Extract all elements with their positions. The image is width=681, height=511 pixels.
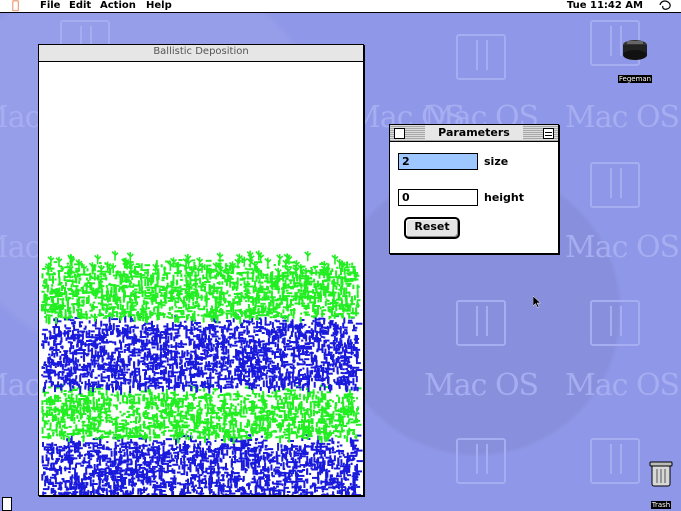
mac-face-watermark [590,162,640,208]
menu-action[interactable]: Action [98,0,138,12]
menu-file[interactable]: File [38,0,62,12]
collapse-box-icon[interactable] [543,128,554,139]
mac-face-watermark [456,438,506,484]
size-label: size [484,155,509,168]
window-title: Ballistic Deposition [153,46,249,57]
menu-clock[interactable]: Tue 11:42 AM [567,0,643,12]
mac-os-watermark: Mac OS [565,100,680,135]
mac-face-watermark [456,34,506,80]
size-input[interactable]: 2 [398,153,478,170]
menu-help[interactable]: Help [144,0,174,12]
disk-drive-icon [623,40,647,60]
mac-face-watermark [456,300,506,346]
hard-disk-icon[interactable]: Fegeman [612,38,658,85]
document-icon[interactable] [2,497,12,511]
mac-os-watermark: Mac OS [424,368,539,403]
deposition-plot [41,250,363,495]
trash-icon[interactable]: Trash [644,460,678,511]
close-box-icon[interactable] [394,128,405,139]
deposition-canvas[interactable] [39,62,363,495]
apple-icon[interactable]:  [12,0,19,11]
menu-bar:  File Edit Action Help Tue 11:42 AM [0,0,681,13]
palette-titlebar[interactable]: Parameters [390,125,558,142]
application-icon[interactable] [659,0,673,14]
mac-os-watermark: Mac OS [565,368,680,403]
trash-label: Trash [650,501,672,509]
height-input[interactable]: 0 [398,189,478,206]
mac-face-watermark [590,438,640,484]
height-label: height [484,191,525,204]
parameters-window[interactable]: Parameters 2 size 0 height Reset [389,124,559,254]
mac-os-watermark: Mac OS [565,230,680,265]
mac-face-watermark [590,300,640,346]
menu-edit[interactable]: Edit [67,0,93,12]
reset-button[interactable]: Reset [404,217,460,239]
disk-label: Fegeman [617,75,653,83]
trash-can-icon [649,461,673,487]
mouse-pointer-icon [533,296,541,308]
window-titlebar[interactable]: Ballistic Deposition [39,45,363,62]
ballistic-deposition-window[interactable]: Ballistic Deposition [38,44,364,496]
palette-title: Parameters [425,125,523,140]
